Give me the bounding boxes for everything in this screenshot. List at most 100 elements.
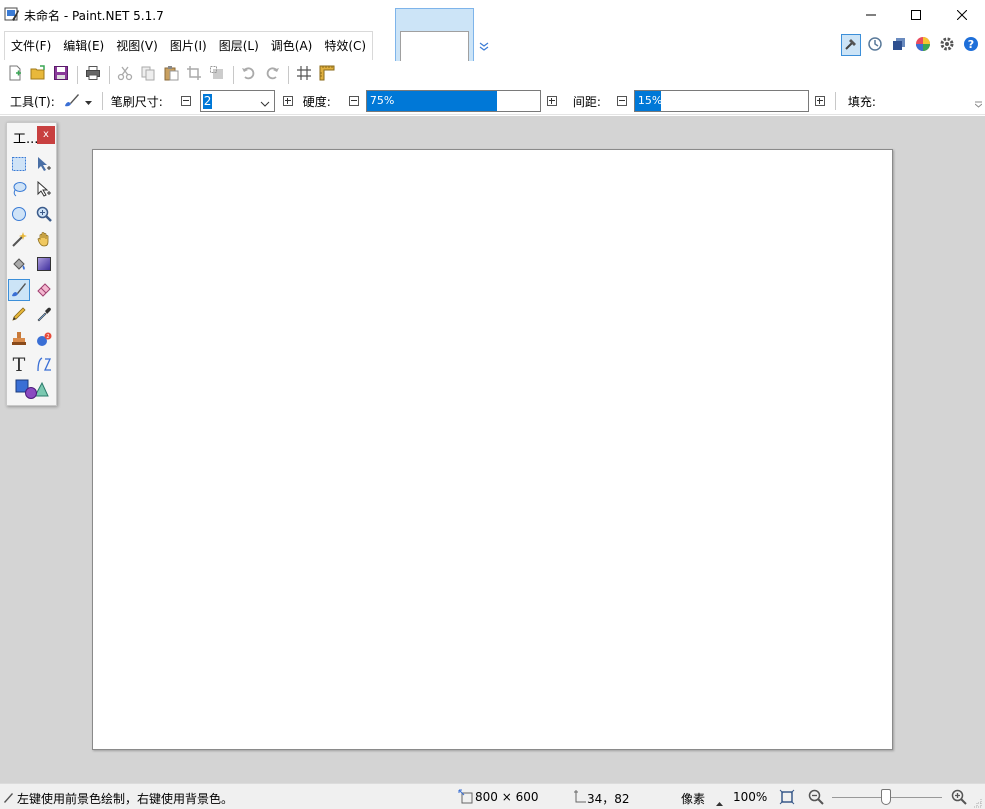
zoom-level: 100%	[733, 790, 768, 804]
paint-bucket-icon	[11, 256, 27, 275]
open-button[interactable]	[27, 64, 49, 86]
canvas-workspace	[0, 116, 985, 783]
spacing-label: 间距:	[572, 94, 601, 109]
spacing-slider[interactable]: 15%	[633, 90, 809, 112]
pencil-tool[interactable]	[8, 304, 30, 326]
status-hint: 左键使用前景色绘制，右键使用背景色。	[17, 792, 234, 806]
line-curve-tool[interactable]	[33, 354, 55, 376]
spacing-value: 15%	[637, 94, 663, 107]
close-icon	[956, 9, 968, 23]
move-selected-tool[interactable]	[33, 179, 55, 201]
paintbrush-tool[interactable]	[8, 279, 30, 301]
pencil-icon	[11, 306, 27, 325]
spacing-increase-button[interactable]	[814, 96, 825, 106]
grid-toggle-button[interactable]	[293, 64, 315, 86]
hardness-slider[interactable]: 75%	[365, 90, 541, 112]
shapes-tool[interactable]	[15, 379, 49, 401]
brush-size-value: 2	[202, 94, 213, 109]
menu-adjustments[interactable]: 调色(A)	[265, 32, 319, 60]
lasso-icon	[11, 181, 27, 200]
deselect-icon	[209, 65, 225, 84]
image-size: 800 × 600	[475, 790, 539, 804]
svg-text:?: ?	[968, 38, 974, 51]
save-button[interactable]	[50, 64, 72, 86]
undo-button[interactable]	[238, 64, 260, 86]
tools-panel-close-button[interactable]: x	[37, 126, 55, 144]
layers-window-toggle[interactable]	[889, 34, 909, 56]
zoom-out-icon[interactable]	[808, 789, 824, 808]
menu-file[interactable]: 文件(F)	[5, 32, 57, 60]
tools-window-toggle[interactable]	[841, 34, 861, 56]
zoom-slider-thumb[interactable]	[881, 789, 891, 805]
tool-selector[interactable]	[63, 92, 92, 111]
brush-size-increase-button[interactable]	[282, 96, 293, 106]
print-icon	[85, 65, 101, 84]
svg-text:2: 2	[46, 334, 49, 340]
help-icon: ?	[963, 36, 979, 55]
ellipse-select-icon	[11, 206, 27, 225]
deselect-button[interactable]	[206, 64, 228, 86]
help-button[interactable]: ?	[961, 34, 981, 56]
window-title: 未命名 - Paint.NET 5.1.7	[24, 9, 164, 23]
hardness-increase-button[interactable]	[546, 96, 557, 106]
minimize-button[interactable]	[848, 0, 894, 31]
clone-stamp-tool[interactable]	[8, 329, 30, 351]
pan-tool[interactable]	[33, 229, 55, 251]
overflow-chevron-icon[interactable]	[974, 97, 983, 111]
menu-effects[interactable]: 特效(C)	[318, 32, 372, 60]
redo-button[interactable]	[261, 64, 283, 86]
toolbar-separator	[109, 65, 110, 84]
menu-image[interactable]: 图片(I)	[164, 32, 213, 60]
units-label[interactable]: 像素	[681, 790, 705, 807]
ruler-toggle-button[interactable]	[316, 64, 338, 86]
recolor-icon: 2	[36, 331, 52, 350]
paint-bucket-tool[interactable]	[8, 254, 30, 276]
magic-wand-icon	[11, 231, 27, 250]
copy-button[interactable]	[137, 64, 159, 86]
brush-size-decrease-button[interactable]	[180, 96, 191, 106]
zoom-tool[interactable]	[33, 204, 55, 226]
cursor-position: 34，82	[587, 792, 630, 806]
color-picker-tool[interactable]	[33, 304, 55, 326]
zoom-in-icon[interactable]	[951, 789, 967, 808]
history-icon	[867, 36, 883, 55]
magic-wand-tool[interactable]	[8, 229, 30, 251]
gradient-icon	[36, 256, 52, 275]
menu-edit[interactable]: 编辑(E)	[57, 32, 110, 60]
crop-button[interactable]	[183, 64, 205, 86]
new-image-button[interactable]	[4, 64, 26, 86]
settings-button[interactable]	[937, 34, 957, 56]
caret-down-icon	[84, 94, 92, 108]
cut-button[interactable]	[114, 64, 136, 86]
lasso-select-tool[interactable]	[8, 179, 30, 201]
recolor-tool[interactable]: 2	[33, 329, 55, 351]
colors-window-toggle[interactable]	[913, 34, 933, 56]
chevron-down-icon[interactable]	[478, 40, 490, 52]
brush-size-combo[interactable]: 2	[199, 90, 275, 112]
zoom-to-window-icon[interactable]	[779, 789, 795, 808]
eraser-tool[interactable]	[33, 279, 55, 301]
close-button[interactable]	[939, 0, 985, 31]
units-caret-up-icon[interactable]	[716, 795, 723, 809]
resize-grip-icon[interactable]	[972, 797, 982, 809]
paintbrush-status-icon	[3, 791, 15, 806]
maximize-button[interactable]	[893, 0, 939, 31]
grid-icon	[296, 65, 312, 84]
rectangle-select-tool[interactable]	[8, 154, 30, 176]
menu-view[interactable]: 视图(V)	[110, 32, 164, 60]
print-button[interactable]	[82, 64, 104, 86]
gradient-tool[interactable]	[33, 254, 55, 276]
text-tool[interactable]: T	[8, 354, 30, 376]
paste-button[interactable]	[160, 64, 182, 86]
history-window-toggle[interactable]	[865, 34, 885, 56]
menu-layers[interactable]: 图层(L)	[213, 32, 265, 60]
image-canvas[interactable]	[92, 149, 893, 750]
spacing-decrease-button[interactable]	[616, 96, 627, 106]
zoom-icon	[36, 206, 52, 225]
move-selection-tool[interactable]	[33, 154, 55, 176]
image-size-icon	[458, 789, 474, 808]
undo-icon	[241, 65, 257, 84]
ellipse-select-tool[interactable]	[8, 204, 30, 226]
hardness-decrease-button[interactable]	[348, 96, 359, 106]
main-toolbar	[0, 61, 985, 88]
